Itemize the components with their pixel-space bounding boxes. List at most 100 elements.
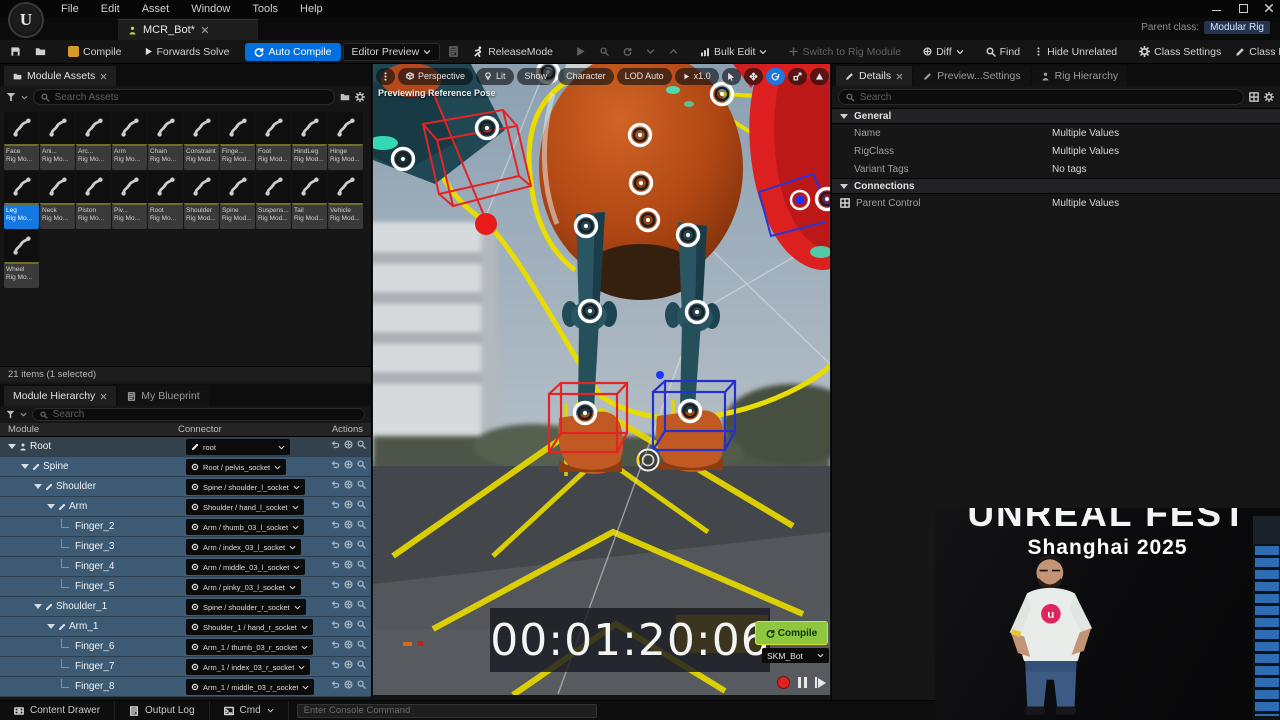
asset-tile[interactable]: ArmRig Mo... [112,112,147,170]
hierarchy-row-finger-6[interactable]: Finger_6 Arm_1 / thumb_03_r_socket [0,637,371,657]
find-icon[interactable] [357,680,366,689]
mesh-dropdown[interactable]: SKM_Bot [762,648,829,663]
console-input-box[interactable] [297,704,597,718]
asset-tile[interactable]: Arc...Rig Mo... [76,112,111,170]
release-mode-button[interactable]: ReleaseMode [467,43,559,61]
asset-tile[interactable]: VehicleRig Mod... [328,171,363,229]
hierarchy-row-shoulder[interactable]: Shoulder Spine / shoulder_l_socket [0,477,371,497]
pause-button[interactable] [798,677,807,688]
find-icon[interactable] [357,540,366,549]
connector-dropdown[interactable]: Arm / index_03_l_socket [186,539,301,555]
step-into-icon[interactable] [640,44,661,59]
asset-tile[interactable]: Suspens...Rig Mod... [256,171,291,229]
add-icon[interactable] [344,480,353,489]
menu-help[interactable]: Help [289,1,334,17]
show-dropdown[interactable]: Show [517,68,556,85]
expand-caret[interactable] [34,484,42,489]
hierarchy-row-shoulder-1[interactable]: Shoulder_1 Spine / shoulder_r_socket [0,597,371,617]
connector-dropdown[interactable]: Shoulder / hand_l_socket [186,499,304,515]
find-icon[interactable] [357,500,366,509]
add-icon[interactable] [344,460,353,469]
lod-dropdown[interactable]: LOD Auto [617,68,672,85]
asset-search-input[interactable] [55,92,327,103]
hide-unrelated-button[interactable]: Hide Unrelated [1028,43,1123,61]
find-icon[interactable] [357,660,366,669]
browse-button[interactable] [29,43,52,60]
class-defaults-button[interactable]: Class Defaults [1229,43,1280,61]
hierarchy-row-root[interactable]: Root root [0,437,371,457]
asset-tile[interactable]: FootRig Mod... [256,112,291,170]
details-search-input[interactable] [860,92,1236,103]
switch-to-rig-module-button[interactable]: Switch to Rig Module [783,43,907,61]
diff-dropdown[interactable]: Diff [917,43,970,61]
find-icon[interactable] [357,480,366,489]
connector-dropdown[interactable]: Spine / shoulder_r_socket [186,599,306,615]
hierarchy-row-spine[interactable]: Spine Root / pelvis_socket [0,457,371,477]
find-icon[interactable] [357,560,366,569]
find-icon[interactable] [357,520,366,529]
tab-preview-settings[interactable]: Preview...Settings [914,66,1029,86]
asset-tile[interactable]: SpineRig Mod... [220,171,255,229]
hierarchy-search-box[interactable] [32,408,365,421]
expand-caret[interactable] [47,504,55,509]
add-icon[interactable] [344,620,353,629]
hierarchy-row-finger-4[interactable]: Finger_4 Arm / middle_03_l_socket [0,557,371,577]
menu-edit[interactable]: Edit [90,1,131,17]
display-options-icon[interactable] [1249,92,1259,102]
hierarchy-row-finger-2[interactable]: Finger_2 Arm / thumb_03_l_socket [0,517,371,537]
asset-tile[interactable]: PistonRig Mo... [76,171,111,229]
asset-tile[interactable]: Piv...Rig Mo... [112,171,147,229]
connector-dropdown[interactable]: Arm_1 / index_03_r_socket [186,659,310,675]
asset-tile[interactable]: TailRig Mod... [292,171,327,229]
asset-tile[interactable]: NeckRig Mo... [40,171,75,229]
hierarchy-row-finger-3[interactable]: Finger_3 Arm / index_03_l_socket [0,537,371,557]
locate-node-icon[interactable] [594,44,615,59]
detail-value[interactable]: Multiple Values [1052,128,1119,139]
find-icon[interactable] [357,580,366,589]
reset-icon[interactable] [331,640,340,649]
stream-compile-button[interactable]: Compile [755,621,828,645]
details-search-box[interactable] [838,89,1244,105]
asset-tile[interactable]: ShoulderRig Mod... [184,171,219,229]
expand-caret[interactable] [21,464,29,469]
section-connections[interactable]: Connections [832,178,1280,194]
asset-tile[interactable]: ChainRig Mo... [148,112,183,170]
asset-tile[interactable]: ConstraintRig Mod... [184,112,219,170]
bulk-edit-dropdown[interactable]: Bulk Edit [694,43,773,61]
add-icon[interactable] [344,440,353,449]
red-control-sphere[interactable] [475,213,497,235]
console-input[interactable] [304,705,590,716]
cmd-dropdown[interactable]: Cmd [210,701,289,720]
connector-dropdown[interactable]: Arm_1 / middle_03_r_socket [186,679,314,695]
expand-caret[interactable] [34,604,42,609]
settings-gear-icon[interactable] [1264,92,1274,102]
filter-icon[interactable] [6,92,16,102]
connector-dropdown[interactable]: Arm_1 / thumb_03_r_socket [186,639,313,655]
rotate-tool-icon[interactable] [766,68,785,85]
find-icon[interactable] [357,440,366,449]
reset-icon[interactable] [331,560,340,569]
asset-tile[interactable]: FaceRig Mo... [4,112,39,170]
maximize-button[interactable] [1238,3,1248,13]
find-icon[interactable] [357,600,366,609]
add-icon[interactable] [344,560,353,569]
character-dropdown[interactable]: Character [558,68,614,85]
close-icon[interactable] [100,393,107,400]
step-forward-button[interactable] [815,677,827,688]
editor-preview-dropdown[interactable]: Editor Preview [343,43,441,61]
menu-tools[interactable]: Tools [241,1,289,17]
asset-tile[interactable]: RootRig Mo... [148,171,183,229]
connector-dropdown[interactable]: Arm / thumb_03_l_socket [186,519,304,535]
connector-dropdown[interactable]: Arm / pinky_03_l_socket [186,579,301,595]
menu-asset[interactable]: Asset [131,1,181,17]
filter-chevron-icon[interactable] [20,411,27,418]
perspective-dropdown[interactable]: Perspective [398,68,473,85]
connector-dropdown[interactable]: Spine / shoulder_l_socket [186,479,305,495]
reset-icon[interactable] [331,600,340,609]
connector-dropdown[interactable]: Arm / middle_03_l_socket [186,559,305,575]
reset-icon[interactable] [331,540,340,549]
close-window-button[interactable] [1264,3,1274,13]
minimize-button[interactable] [1212,3,1222,13]
find-button[interactable]: Find [980,43,1026,61]
view-options-folder-icon[interactable] [340,92,350,102]
